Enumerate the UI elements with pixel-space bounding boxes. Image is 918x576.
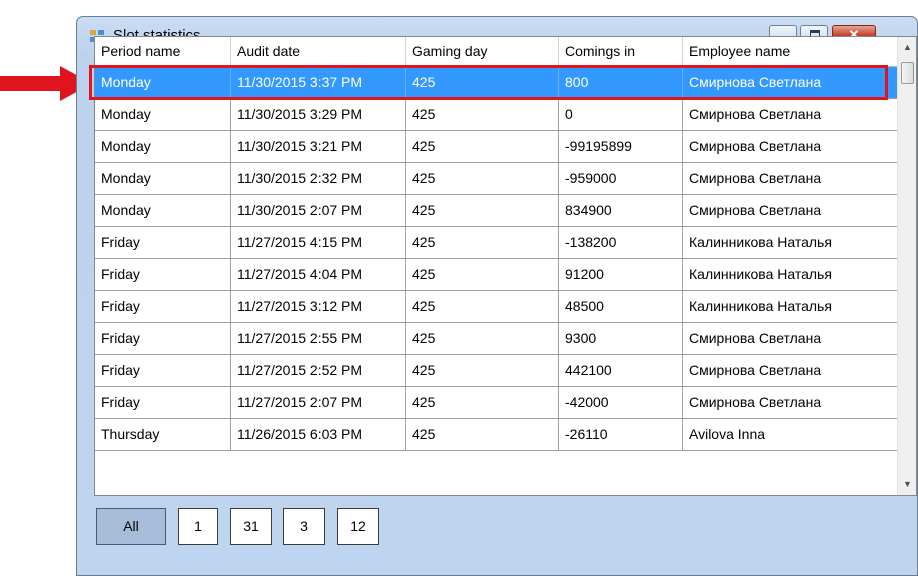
cell-comings-in[interactable]: 48500 xyxy=(559,291,683,322)
grid-header: Period name Audit date Gaming day Coming… xyxy=(95,37,898,67)
filter-button-1[interactable]: 1 xyxy=(178,508,218,545)
vertical-scrollbar[interactable]: ▲ ▼ xyxy=(897,37,916,495)
cell-comings-in[interactable]: -26110 xyxy=(559,419,683,450)
cell-audit-date[interactable]: 11/30/2015 2:07 PM xyxy=(231,195,406,226)
cell-gaming-day[interactable]: 425 xyxy=(406,163,559,194)
scroll-thumb[interactable] xyxy=(901,62,914,84)
cell-employee-name[interactable]: Avilova Inna xyxy=(683,419,898,450)
cell-comings-in[interactable]: 834900 xyxy=(559,195,683,226)
table-row[interactable]: Thursday 11/26/2015 6:03 PM 425 -26110 Avilo… xyxy=(95,419,898,451)
cell-period-name[interactable]: Friday xyxy=(95,291,231,322)
table-row[interactable]: Friday 11/27/2015 2:52 PM 425 442100 Смирнов… xyxy=(95,355,898,387)
cell-period-name[interactable]: Monday xyxy=(95,131,231,162)
cell-employee-name[interactable]: Смирнова Светлана xyxy=(683,323,898,354)
filter-button-31[interactable]: 31 xyxy=(230,508,272,545)
cell-period-name[interactable]: Monday xyxy=(95,195,231,226)
cell-audit-date[interactable]: 11/27/2015 4:04 PM xyxy=(231,259,406,290)
cell-comings-in[interactable]: 0 xyxy=(559,99,683,130)
cell-employee-name[interactable]: Смирнова Светлана xyxy=(683,67,898,98)
cell-audit-date[interactable]: 11/27/2015 3:12 PM xyxy=(231,291,406,322)
cell-gaming-day[interactable]: 425 xyxy=(406,259,559,290)
column-header-comings-in[interactable]: Comings in xyxy=(559,37,683,66)
column-header-period-name[interactable]: Period name xyxy=(95,37,231,66)
cell-employee-name[interactable]: Смирнова Светлана xyxy=(683,99,898,130)
cell-period-name[interactable]: Thursday xyxy=(95,419,231,450)
cell-period-name[interactable]: Monday xyxy=(95,163,231,194)
cell-period-name[interactable]: Friday xyxy=(95,323,231,354)
cell-audit-date[interactable]: 11/30/2015 2:32 PM xyxy=(231,163,406,194)
filter-button-3[interactable]: 3 xyxy=(283,508,325,545)
cell-comings-in[interactable]: -959000 xyxy=(559,163,683,194)
cell-comings-in[interactable]: 800 xyxy=(559,67,683,98)
table-row[interactable]: Friday 11/27/2015 2:55 PM 425 9300 Смирнова … xyxy=(95,323,898,355)
cell-period-name[interactable]: Friday xyxy=(95,387,231,418)
cell-audit-date[interactable]: 11/27/2015 2:07 PM xyxy=(231,387,406,418)
cell-employee-name[interactable]: Калинникова Наталья xyxy=(683,227,898,258)
table-row[interactable]: Monday 11/30/2015 3:21 PM 425 -99195899 Смир… xyxy=(95,131,898,163)
table-row[interactable]: Friday 11/27/2015 4:15 PM 425 -138200 Калинн… xyxy=(95,227,898,259)
cell-audit-date[interactable]: 11/27/2015 4:15 PM xyxy=(231,227,406,258)
cell-comings-in[interactable]: -99195899 xyxy=(559,131,683,162)
cell-period-name[interactable]: Friday xyxy=(95,259,231,290)
table-row[interactable]: Monday 11/30/2015 2:32 PM 425 -959000 Смирно… xyxy=(95,163,898,195)
cell-audit-date[interactable]: 11/26/2015 6:03 PM xyxy=(231,419,406,450)
cell-audit-date[interactable]: 11/27/2015 2:52 PM xyxy=(231,355,406,386)
filter-button-12[interactable]: 12 xyxy=(337,508,379,545)
cell-gaming-day[interactable]: 425 xyxy=(406,131,559,162)
cell-comings-in[interactable]: -138200 xyxy=(559,227,683,258)
cell-comings-in[interactable]: 9300 xyxy=(559,323,683,354)
cell-gaming-day[interactable]: 425 xyxy=(406,355,559,386)
cell-comings-in[interactable]: 91200 xyxy=(559,259,683,290)
cell-gaming-day[interactable]: 425 xyxy=(406,227,559,258)
cell-employee-name[interactable]: Смирнова Светлана xyxy=(683,387,898,418)
cell-comings-in[interactable]: -42000 xyxy=(559,387,683,418)
cell-period-name[interactable]: Monday xyxy=(95,99,231,130)
cell-period-name[interactable]: Friday xyxy=(95,355,231,386)
table-row[interactable]: Monday 11/30/2015 2:07 PM 425 834900 Смирнов… xyxy=(95,195,898,227)
cell-employee-name[interactable]: Смирнова Светлана xyxy=(683,355,898,386)
cell-comings-in[interactable]: 442100 xyxy=(559,355,683,386)
column-header-audit-date[interactable]: Audit date xyxy=(231,37,406,66)
cell-employee-name[interactable]: Смирнова Светлана xyxy=(683,131,898,162)
cell-period-name[interactable]: Monday xyxy=(95,67,231,98)
cell-audit-date[interactable]: 11/30/2015 3:37 PM xyxy=(231,67,406,98)
cell-period-name[interactable]: Friday xyxy=(95,227,231,258)
cell-gaming-day[interactable]: 425 xyxy=(406,387,559,418)
cell-audit-date[interactable]: 11/30/2015 3:21 PM xyxy=(231,131,406,162)
cell-gaming-day[interactable]: 425 xyxy=(406,99,559,130)
scroll-up-icon[interactable]: ▲ xyxy=(898,39,916,56)
cell-audit-date[interactable]: 11/30/2015 3:29 PM xyxy=(231,99,406,130)
column-header-employee-name[interactable]: Employee name xyxy=(683,37,898,66)
cell-gaming-day[interactable]: 425 xyxy=(406,291,559,322)
cell-gaming-day[interactable]: 425 xyxy=(406,419,559,450)
table-row[interactable]: Friday 11/27/2015 3:12 PM 425 48500 Калинник… xyxy=(95,291,898,323)
table-row[interactable]: Friday 11/27/2015 4:04 PM 425 91200 Калинник… xyxy=(95,259,898,291)
cell-gaming-day[interactable]: 425 xyxy=(406,67,559,98)
statistics-grid[interactable]: Period name Audit date Gaming day Coming… xyxy=(94,36,917,496)
cell-employee-name[interactable]: Смирнова Светлана xyxy=(683,195,898,226)
filter-button-all[interactable]: All xyxy=(96,508,166,545)
scroll-down-icon[interactable]: ▼ xyxy=(898,476,916,493)
table-row[interactable]: Friday 11/27/2015 2:07 PM 425 -42000 Смирнов… xyxy=(95,387,898,419)
cell-audit-date[interactable]: 11/27/2015 2:55 PM xyxy=(231,323,406,354)
table-row[interactable]: Monday 11/30/2015 3:37 PM 425 800 Смирнова С… xyxy=(95,67,898,99)
cell-gaming-day[interactable]: 425 xyxy=(406,323,559,354)
cell-gaming-day[interactable]: 425 xyxy=(406,195,559,226)
table-row[interactable]: Monday 11/30/2015 3:29 PM 425 0 Смирнова Све… xyxy=(95,99,898,131)
cell-employee-name[interactable]: Калинникова Наталья xyxy=(683,291,898,322)
column-header-gaming-day[interactable]: Gaming day xyxy=(406,37,559,66)
cell-employee-name[interactable]: Смирнова Светлана xyxy=(683,163,898,194)
cell-employee-name[interactable]: Калинникова Наталья xyxy=(683,259,898,290)
